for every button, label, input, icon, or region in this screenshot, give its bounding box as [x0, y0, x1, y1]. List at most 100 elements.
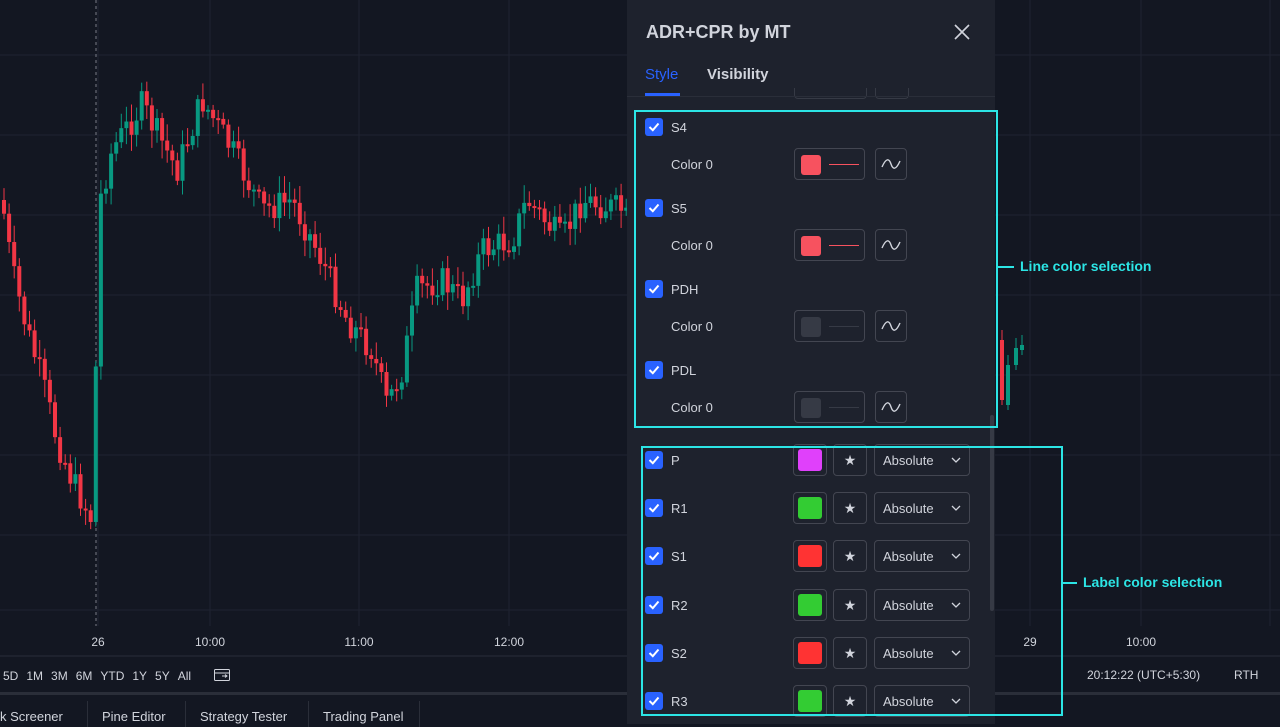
label-checkbox[interactable] [645, 547, 663, 566]
label-position-select[interactable]: Absolute [874, 685, 970, 717]
label-position-select[interactable]: Absolute [874, 588, 970, 621]
candle [343, 309, 348, 318]
star-icon[interactable]: ★ [833, 685, 867, 717]
color-sub-label: Color 0 [671, 157, 713, 172]
star-icon[interactable]: ★ [833, 540, 867, 573]
label-position-select[interactable]: Absolute [874, 540, 970, 573]
label-checkbox[interactable] [645, 595, 663, 614]
label-color-button[interactable] [793, 685, 827, 717]
line-color-button[interactable] [794, 148, 865, 180]
candle [27, 324, 32, 331]
candle [124, 121, 129, 129]
candle [257, 189, 261, 192]
label-checkbox[interactable] [645, 499, 663, 518]
candle [374, 358, 379, 364]
timeframe-1y-button[interactable]: 1Y [132, 669, 147, 683]
partial-style-button[interactable] [875, 88, 909, 99]
candle [287, 199, 292, 203]
line-color-button[interactable] [794, 391, 865, 423]
divider [308, 701, 309, 727]
timeframe-5d-button[interactable]: 5D [3, 669, 18, 683]
divider [185, 701, 186, 727]
line-color-button[interactable] [794, 310, 865, 342]
candle [527, 202, 532, 207]
select-value: Absolute [883, 549, 934, 565]
timeframe-1m-button[interactable]: 1M [26, 669, 43, 683]
timeframe-all-button[interactable]: All [178, 669, 191, 683]
label-color-button[interactable] [793, 492, 827, 525]
candle [272, 205, 277, 219]
time-axis-label: 10:00 [194, 635, 226, 649]
timeframe-ytd-button[interactable]: YTD [100, 669, 124, 683]
candle [190, 135, 195, 146]
clock-readout[interactable]: 20:12:22 (UTC+5:30) [1087, 668, 1200, 682]
plot-style-button[interactable] [875, 310, 907, 342]
line-color-button[interactable] [794, 229, 865, 261]
time-axis-label: 12:00 [493, 635, 525, 649]
tab-style[interactable]: Style [645, 66, 678, 83]
date-range-icon[interactable] [213, 667, 231, 686]
plot-style-button[interactable] [875, 229, 907, 261]
star-icon[interactable]: ★ [833, 444, 867, 476]
candle [486, 238, 491, 256]
line-checkbox[interactable] [645, 199, 663, 217]
candle [445, 268, 450, 293]
candle [7, 213, 12, 243]
label-row-label: R3 [671, 694, 688, 709]
plot-style-button[interactable] [875, 148, 907, 180]
select-value: Absolute [883, 694, 934, 709]
label-checkbox[interactable] [645, 451, 663, 469]
candle [588, 196, 593, 203]
scrollbar[interactable] [990, 415, 994, 611]
candle [129, 121, 134, 135]
tab-visibility[interactable]: Visibility [707, 66, 768, 83]
timeframe-3m-button[interactable]: 3M [51, 669, 68, 683]
candle [134, 120, 139, 135]
label-row-label: R2 [671, 597, 688, 613]
close-icon[interactable] [951, 21, 973, 43]
annotation-arrow [998, 266, 1014, 268]
candle [496, 233, 501, 250]
line-sample [829, 245, 859, 246]
label-checkbox[interactable] [645, 692, 663, 710]
label-color-button[interactable] [793, 636, 827, 669]
candle [170, 150, 175, 161]
star-icon[interactable]: ★ [833, 588, 867, 621]
star-icon[interactable]: ★ [833, 636, 867, 669]
candle [425, 283, 430, 286]
candle [603, 211, 608, 219]
label-position-select[interactable]: Absolute [874, 444, 970, 476]
line-checkbox[interactable] [645, 118, 663, 136]
candle [476, 254, 481, 286]
line-sample [829, 164, 859, 165]
tab-strategy-tester[interactable]: Strategy Tester [200, 709, 287, 724]
tab-trading-panel[interactable]: Trading Panel [323, 709, 403, 724]
label-color-button[interactable] [793, 588, 827, 621]
candle [379, 363, 384, 373]
label-checkbox[interactable] [645, 643, 663, 662]
candle [63, 462, 68, 465]
plot-style-button[interactable] [875, 391, 907, 423]
candle [88, 510, 93, 522]
partial-color-button[interactable] [794, 88, 867, 99]
candle [267, 203, 272, 206]
tab-pine-editor[interactable]: Pine Editor [102, 709, 166, 724]
tab-stock-screener[interactable]: k Screener [0, 709, 63, 724]
label-position-select[interactable]: Absolute [874, 492, 970, 525]
line-row-label: PDL [671, 363, 697, 378]
candle [466, 287, 471, 307]
candle [78, 474, 83, 509]
label-position-select[interactable]: Absolute [874, 636, 970, 669]
timeframe-6m-button[interactable]: 6M [76, 669, 93, 683]
candle [593, 196, 598, 208]
timeframe-5y-button[interactable]: 5Y [155, 669, 170, 683]
line-checkbox[interactable] [645, 280, 663, 298]
line-checkbox[interactable] [645, 361, 663, 379]
session-toggle[interactable]: RTH [1234, 668, 1258, 682]
star-icon[interactable]: ★ [833, 492, 867, 525]
candle [461, 285, 465, 307]
candle [308, 234, 312, 241]
label-color-button[interactable] [793, 540, 827, 573]
label-color-button[interactable] [793, 444, 827, 476]
candle [547, 222, 552, 231]
